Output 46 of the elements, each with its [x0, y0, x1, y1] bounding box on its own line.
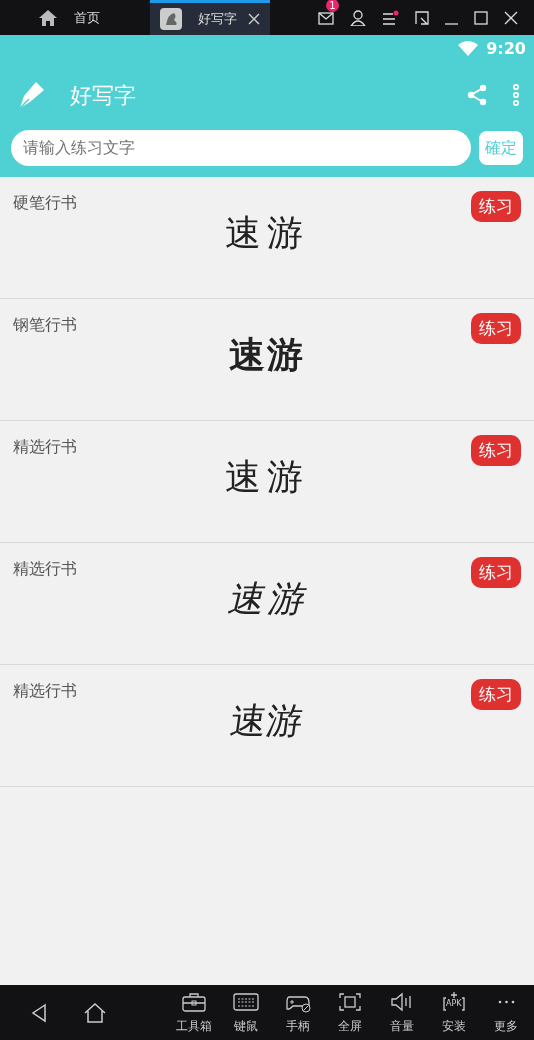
font-style-label: 精选行书 [13, 436, 77, 458]
home-icon [38, 8, 58, 27]
practice-button[interactable]: 练习 [471, 191, 521, 222]
toolbar-button[interactable]: 音量 [376, 990, 428, 1035]
restore-icon[interactable] [415, 10, 429, 25]
practice-button[interactable]: 练习 [471, 435, 521, 466]
wifi-icon [458, 41, 479, 56]
keyboard-icon [233, 990, 259, 1013]
toolbox-icon [181, 990, 207, 1013]
toolbar-button[interactable]: 更多 [480, 990, 532, 1035]
user-icon[interactable] [350, 9, 366, 26]
apk-label: APK [446, 998, 462, 1009]
browser-tab[interactable]: 首页 [0, 0, 150, 35]
calligraphy-sample: 速游 [228, 701, 306, 741]
app-title: 好写字 [70, 81, 136, 110]
font-style-label: 硬笔行书 [13, 192, 77, 214]
font-style-label: 钢笔行书 [13, 314, 77, 336]
close-tab-icon[interactable] [248, 13, 260, 25]
clock-time: 9:20 [486, 37, 526, 60]
practice-button[interactable]: 练习 [471, 557, 521, 588]
practice-button[interactable]: 练习 [471, 679, 521, 710]
fullscreen-icon [337, 990, 363, 1013]
app-icon [160, 8, 182, 30]
font-style-label: 精选行书 [13, 680, 77, 702]
back-icon[interactable] [31, 1002, 47, 1023]
toolbar-button[interactable]: 全屏 [324, 990, 376, 1035]
browser-tab[interactable]: 好写字 [150, 0, 270, 35]
calligraphy-sample: 速游 [227, 579, 307, 619]
install-icon [441, 990, 467, 1013]
toolbar-button[interactable]: APK 安装 [428, 990, 480, 1035]
more-icon [497, 999, 515, 1004]
practice-button[interactable]: 练习 [471, 313, 521, 344]
search-field[interactable]: 请输入练习文字 [11, 129, 471, 166]
maximize-icon[interactable] [474, 10, 488, 25]
calligraphy-sample: 速游 [225, 457, 309, 497]
toolbar-button[interactable]: 手柄 [272, 990, 324, 1035]
toolbar-button[interactable]: 工具箱 [168, 990, 220, 1035]
toolbar-button[interactable]: 键鼠 [220, 990, 272, 1035]
calligraphy-sample: 速游 [229, 335, 305, 375]
mail-icon[interactable] [318, 11, 334, 25]
home-icon[interactable] [83, 1001, 107, 1024]
menu-icon[interactable] [382, 9, 399, 26]
calligraphy-sample: 速游 [225, 213, 309, 253]
font-style-label: 精选行书 [13, 558, 77, 580]
notification-badge: 1 [326, 0, 339, 12]
close-icon[interactable] [504, 10, 518, 25]
